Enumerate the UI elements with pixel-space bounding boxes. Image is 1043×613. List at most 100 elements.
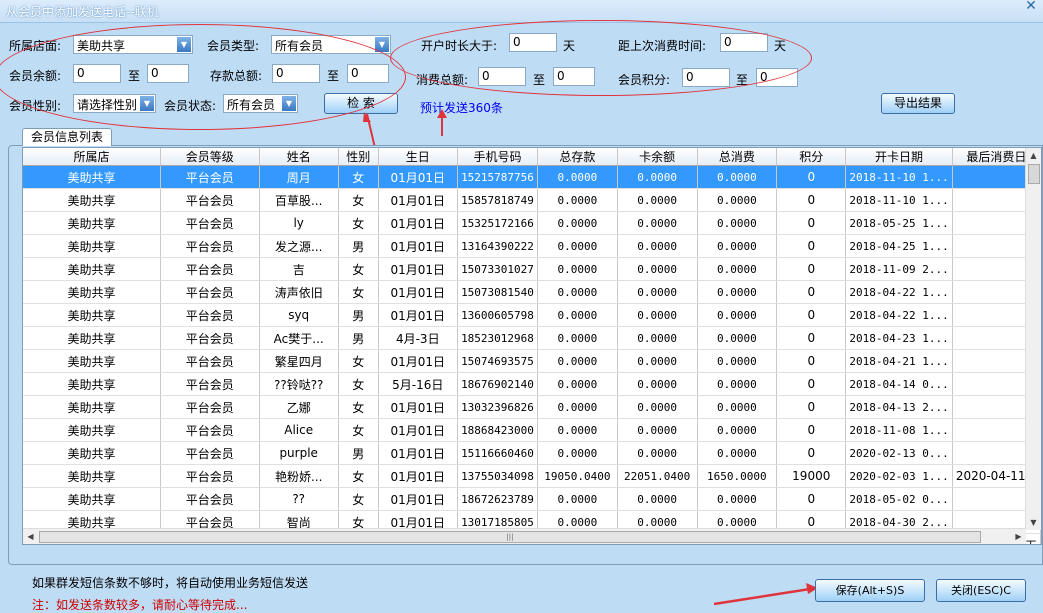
table-cell: 0.0000 [697,418,778,442]
table-cell: 繁星四月 [259,349,339,373]
scroll-up-icon[interactable]: ▲ [1026,148,1041,163]
table-cell: 15215787756 [457,165,538,189]
table-row[interactable]: 美助共享 平台会员 涛声依旧女 01月01日 15073081540 0.0000 0.00… [23,280,1041,304]
table-cell: 0.0000 [617,349,698,373]
table-cell: 平台会员 [160,487,260,511]
open-days-input[interactable]: 0 [509,33,557,52]
table-cell: 15073301027 [457,257,538,281]
table-cell: 15073081540 [457,280,538,304]
table-row[interactable]: 美助共享 平台会员 艳粉娇... 女 01月01日 13755034098 19050.04… [23,464,1041,488]
table-cell: 0 [776,234,847,258]
deposit-to-input[interactable]: 0 [347,64,389,83]
scroll-thumb[interactable]: ||| [39,531,981,543]
table-cell: 01月01日 [378,464,459,488]
store-select[interactable]: 美助共享 ▼ [73,35,193,54]
table-row[interactable]: 美助共享 平台会员?? 女 01月01日 18672623789 0.0000 0.0000… [23,487,1041,511]
points-label: 会员积分: [618,73,671,87]
column-header[interactable]: 积分 [776,148,847,166]
table-cell: 18523012968 [457,326,538,350]
table-row[interactable]: 美助共享 平台会员 百草股... 女 01月01日 15857818749 0.0000 0.… [23,188,1041,212]
table-cell: 0 [776,372,847,396]
table-cell: 2020-02-13 0... [845,441,953,465]
member-type-select[interactable]: 所有会员 ▼ [271,35,391,54]
horizontal-scrollbar[interactable]: ◀ ||| ▶ [23,528,1026,544]
table-row[interactable]: 美助共享 平台会员 ly 女 01月01日 15325172166 0.0000 0.0000… [23,211,1041,235]
table-row[interactable]: 美助共享 平台会员 乙娜女 01月01日 13032396826 0.0000 0.0000… [23,395,1041,419]
table-cell: 女 [338,395,379,419]
column-header[interactable]: 总消费 [697,148,778,166]
export-button[interactable]: 导出结果 [881,93,955,114]
table-cell: 美助共享 [23,165,161,189]
table-cell: 2018-04-14 0... [845,372,953,396]
table-cell: 01月01日 [378,418,459,442]
table-row[interactable]: 美助共享 平台会员 syq 男 01月01日 13600605798 0.0000 0.000… [23,303,1041,327]
column-header[interactable]: 姓名 [259,148,339,166]
column-header[interactable]: 会员等级 [160,148,260,166]
table-row[interactable]: 美助共享 平台会员吉女 01月01日 15073301027 0.0000 0.0000 0… [23,257,1041,281]
close-button[interactable]: 关闭(ESC)C [936,579,1026,602]
status-label: 会员状态: [164,99,217,113]
table-cell: 15074693575 [457,349,538,373]
table-cell: 美助共享 [23,280,161,304]
table-cell: 乙娜 [259,395,339,419]
search-button[interactable]: 检 索 [324,93,398,114]
table-row[interactable]: 美助共享 平台会员 ??铃哒?? 女 5月-16日 18676902140 0.0000 0.… [23,372,1041,396]
table-cell: 0.0000 [617,303,698,327]
deposit-from-input[interactable]: 0 [272,64,320,83]
vertical-scrollbar[interactable]: ▲ ▼ [1025,148,1041,530]
table-row[interactable]: 美助共享 平台会员 Ac樊于... 男 4月-3日 18523012968 0.0000 0.… [23,326,1041,350]
consume-to-input[interactable]: 0 [553,67,595,86]
scroll-thumb[interactable] [1028,164,1040,184]
consume-from-input[interactable]: 0 [478,67,526,86]
table-cell: 0.0000 [697,257,778,281]
table-cell: 15325172166 [457,211,538,235]
column-header[interactable]: 总存款 [537,148,618,166]
table-cell: 美助共享 [23,257,161,281]
column-header[interactable]: 卡余额 [617,148,698,166]
table-cell: 0.0000 [617,188,698,212]
table-cell: 平台会员 [160,257,260,281]
chevron-down-icon: ▼ [177,37,191,52]
table-row[interactable]: 美助共享 平台会员 purple 男 01月01日 15116660460 0.0000 0.… [23,441,1041,465]
status-select[interactable]: 所有会员 ▼ [223,94,298,113]
balance-from-input[interactable]: 0 [73,64,121,83]
to-label: 至 [128,69,141,83]
table-cell: 2018-04-23 1... [845,326,953,350]
tab-member-list[interactable]: 会员信息列表 [22,128,112,146]
table-cell: 平台会员 [160,418,260,442]
column-header[interactable]: 性别 [338,148,379,166]
table-cell: 0.0000 [697,165,778,189]
table-cell: 0.0000 [537,441,618,465]
table-cell: 男 [338,303,379,327]
gender-select[interactable]: 请选择性别 ▼ [73,94,156,113]
column-header[interactable]: 所属店 [23,148,161,166]
table-cell: 0.0000 [617,211,698,235]
table-row[interactable]: 美助共享 平台会员 Alice 女 01月01日 18868423000 0.0000 0.0… [23,418,1041,442]
days-unit: 天 [774,39,787,53]
table-row[interactable]: 美助共享 平台会员 周月女 01月01日 15215787756 0.0000 0.0000… [23,165,1041,189]
save-button[interactable]: 保存(Alt+S)S [815,579,925,602]
footer-warning: 注：如发送条数较多，请耐心等待完成... [32,598,248,612]
table-cell: 0.0000 [617,418,698,442]
table-cell: 百草股... [259,188,339,212]
table-cell: 2018-04-13 2... [845,395,953,419]
column-header[interactable]: 开卡日期 [845,148,953,166]
scroll-right-icon[interactable]: ▶ [1011,529,1026,544]
table-cell: 女 [338,165,379,189]
table-row[interactable]: 美助共享 平台会员 发之源... 男 01月01日 13164390222 0.0000 0.… [23,234,1041,258]
close-icon[interactable]: ✕ [1023,0,1039,16]
balance-to-input[interactable]: 0 [147,64,189,83]
scroll-left-icon[interactable]: ◀ [23,529,38,544]
last-consume-input[interactable]: 0 [720,33,768,52]
points-to-input[interactable]: 0 [756,68,798,87]
column-header[interactable]: 手机号码 [457,148,538,166]
table-row[interactable]: 美助共享 平台会员 繁星四月女 01月01日 15074693575 0.0000 0.00… [23,349,1041,373]
table-cell: 0 [776,441,847,465]
column-header[interactable]: 生日 [378,148,459,166]
table-cell: 0.0000 [537,418,618,442]
table-cell: 0.0000 [617,280,698,304]
table-cell: 0.0000 [697,234,778,258]
scroll-down-icon[interactable]: ▼ [1026,515,1041,530]
table-cell: 0.0000 [697,188,778,212]
points-from-input[interactable]: 0 [682,68,730,87]
